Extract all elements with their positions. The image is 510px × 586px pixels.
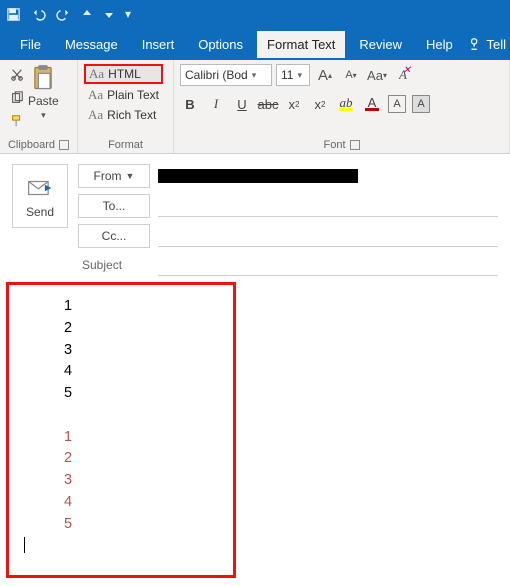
tab-file[interactable]: File <box>10 31 51 58</box>
body-line: 2 <box>64 448 500 470</box>
subscript-button[interactable]: x2 <box>284 94 304 114</box>
group-format: Aa HTML Aa Plain Text Aa Rich Text Forma… <box>78 60 174 153</box>
tell-me-label: Tell <box>486 37 506 52</box>
send-label: Send <box>26 205 54 219</box>
font-name-combo[interactable]: Calibri (Bod ▾ <box>180 64 272 86</box>
char-shading-button[interactable]: A <box>388 95 406 113</box>
ribbon: Paste ▾ Clipboard Aa HTML Aa Plain Text … <box>0 60 510 154</box>
chevron-down-icon: ▼ <box>126 171 135 181</box>
body-line: 4 <box>64 361 500 383</box>
quick-access-toolbar: ▾ <box>0 0 510 28</box>
to-field[interactable] <box>158 195 498 217</box>
change-case-button[interactable]: Aa▾ <box>366 64 388 86</box>
subject-field[interactable] <box>158 254 498 276</box>
subject-label: Subject <box>78 258 150 272</box>
font-size-value: 11 <box>281 68 293 82</box>
tab-review[interactable]: Review <box>349 31 412 58</box>
font-dialog-launcher-icon[interactable] <box>350 140 360 150</box>
font-color-button[interactable]: A <box>362 94 382 114</box>
redo-icon[interactable] <box>56 7 71 22</box>
tab-format-text[interactable]: Format Text <box>257 31 345 58</box>
aa-icon: Aa <box>89 66 104 82</box>
from-button[interactable]: From▼ <box>78 164 150 188</box>
shrink-font-button[interactable]: A▾ <box>340 64 362 86</box>
font-group-label: Font <box>323 139 345 151</box>
strike-button[interactable]: abc <box>258 94 278 114</box>
save-icon[interactable] <box>6 7 21 22</box>
to-button[interactable]: To... <box>78 194 150 218</box>
superscript-button[interactable]: x2 <box>310 94 330 114</box>
format-painter-icon[interactable] <box>10 114 24 131</box>
body-line: 3 <box>64 470 500 492</box>
cc-field[interactable] <box>158 225 498 247</box>
italic-button[interactable]: I <box>206 94 226 114</box>
from-value-redacted <box>158 169 358 183</box>
message-body[interactable]: 1 2 3 4 5 1 2 3 4 5 <box>16 286 500 586</box>
undo-icon[interactable] <box>31 7 46 22</box>
clipboard-dialog-launcher-icon[interactable] <box>59 140 69 150</box>
chevron-down-icon: ▾ <box>297 70 302 81</box>
format-html-label: HTML <box>108 67 141 81</box>
tab-message[interactable]: Message <box>55 31 128 58</box>
chevron-down-icon: ▾ <box>252 70 257 81</box>
tab-insert[interactable]: Insert <box>132 31 185 58</box>
body-line: 3 <box>64 340 500 362</box>
font-size-combo[interactable]: 11 ▾ <box>276 64 310 86</box>
text-cursor <box>24 537 25 553</box>
customize-qat-icon[interactable]: ▾ <box>125 7 131 21</box>
underline-button[interactable]: U <box>232 94 252 114</box>
format-plain-label: Plain Text <box>107 88 159 102</box>
enclose-chars-button[interactable]: A <box>412 95 430 113</box>
aa-icon: Aa <box>88 107 103 123</box>
cut-icon[interactable] <box>10 68 24 85</box>
up-icon[interactable] <box>81 8 93 20</box>
body-line: 4 <box>64 492 500 514</box>
format-rich-label: Rich Text <box>107 108 156 122</box>
clear-formatting-button[interactable]: A✕ <box>392 64 414 86</box>
tab-options[interactable]: Options <box>188 31 253 58</box>
format-group-label: Format <box>108 139 143 151</box>
down-icon[interactable] <box>103 8 115 20</box>
aa-icon: Aa <box>88 87 103 103</box>
cc-button[interactable]: Cc... <box>78 224 150 248</box>
grow-font-button[interactable]: A▴ <box>314 64 336 86</box>
bold-button[interactable]: B <box>180 94 200 114</box>
ribbon-tabs: File Message Insert Options Format Text … <box>0 28 510 60</box>
font-name-value: Calibri (Bod <box>185 68 248 82</box>
body-line: 2 <box>64 318 500 340</box>
body-line: 5 <box>64 383 500 405</box>
format-rich-button[interactable]: Aa Rich Text <box>84 106 163 124</box>
paste-label: Paste <box>28 94 59 108</box>
body-line: 1 <box>64 427 500 449</box>
body-line: 1 <box>64 296 500 318</box>
message-body-area[interactable]: 1 2 3 4 5 1 2 3 4 5 <box>0 282 510 586</box>
send-icon <box>27 177 53 199</box>
paste-dropdown-icon[interactable]: ▾ <box>41 110 46 121</box>
group-font: Calibri (Bod ▾ 11 ▾ A▴ A▾ Aa▾ A✕ B I U abc… <box>174 60 510 153</box>
format-html-button[interactable]: Aa HTML <box>84 64 163 84</box>
body-line: 5 <box>64 514 500 536</box>
paste-button[interactable]: Paste ▾ <box>24 64 63 121</box>
tab-help[interactable]: Help <box>416 31 463 58</box>
clipboard-group-label: Clipboard <box>8 139 55 151</box>
group-clipboard: Paste ▾ Clipboard <box>0 60 78 153</box>
highlight-button[interactable]: ab <box>336 94 356 114</box>
format-plain-button[interactable]: Aa Plain Text <box>84 86 163 104</box>
send-button[interactable]: Send <box>12 164 68 228</box>
tell-me[interactable]: Tell <box>468 37 510 52</box>
compose-header: Send From▼ To... Cc... Subject <box>0 154 510 282</box>
copy-icon[interactable] <box>10 91 24 108</box>
